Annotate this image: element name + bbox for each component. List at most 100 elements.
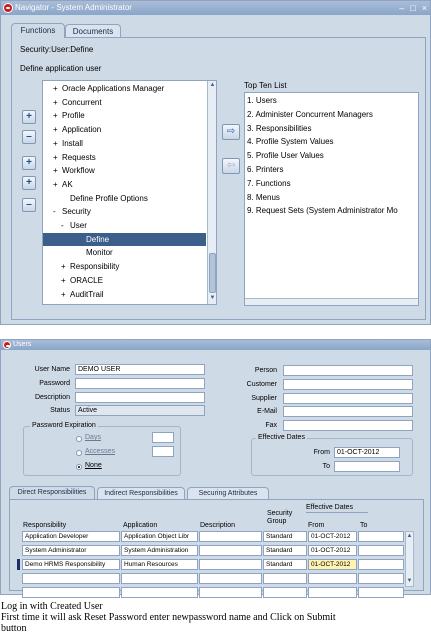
tree-item[interactable]: + Profile bbox=[43, 109, 206, 122]
from-date-cell[interactable]: 01-OCT-2012 bbox=[308, 545, 357, 556]
tree-item[interactable]: + ORACLE bbox=[43, 274, 206, 287]
tree-item[interactable]: + Concurrent bbox=[43, 96, 206, 109]
tab-documents[interactable]: Documents bbox=[65, 24, 121, 38]
tree-item[interactable]: + Oracle Applications Manager bbox=[43, 82, 206, 95]
top-ten-item[interactable]: 6. Printers bbox=[247, 163, 283, 176]
from-date-cell[interactable]: 01-OCT-2012 bbox=[308, 559, 357, 570]
customer-field[interactable] bbox=[283, 379, 413, 390]
expand-node-icon[interactable]: + bbox=[53, 151, 62, 164]
none-label[interactable]: None bbox=[85, 462, 102, 469]
top-ten-item[interactable]: 7. Functions bbox=[247, 177, 291, 190]
security-group-cell[interactable]: Standard bbox=[263, 531, 307, 542]
to-date-cell[interactable] bbox=[358, 573, 404, 584]
days-value-field[interactable] bbox=[152, 432, 174, 443]
minimize-icon[interactable]: – bbox=[399, 2, 404, 14]
tree-item[interactable]: + Requests bbox=[43, 151, 206, 164]
tree-item[interactable]: + Application bbox=[43, 123, 206, 136]
expand-node-icon[interactable]: + bbox=[53, 137, 62, 150]
from-date-cell[interactable] bbox=[308, 573, 357, 584]
accesses-value-field[interactable] bbox=[152, 446, 174, 457]
grid-scroll-up-icon[interactable]: ▲ bbox=[406, 533, 413, 540]
expand-node-icon[interactable]: + bbox=[53, 123, 62, 136]
tree-item[interactable]: - Security bbox=[43, 205, 206, 218]
accesses-label[interactable]: Accesses bbox=[85, 448, 115, 455]
tab-securing-attributes[interactable]: Securing Attributes bbox=[187, 487, 269, 499]
responsibility-cell[interactable] bbox=[22, 587, 120, 598]
tree-item[interactable]: + Install bbox=[43, 137, 206, 150]
to-date-cell[interactable] bbox=[358, 531, 404, 542]
expand-all-button[interactable]: + bbox=[22, 176, 36, 190]
days-radio[interactable] bbox=[76, 436, 82, 442]
grid-scroll-down-icon[interactable]: ▼ bbox=[406, 578, 413, 585]
email-field[interactable] bbox=[283, 406, 413, 417]
responsibility-cell[interactable]: Demo HRMS Responsibility bbox=[22, 559, 120, 570]
description-cell[interactable] bbox=[199, 531, 262, 542]
maximize-icon[interactable]: □ bbox=[410, 2, 415, 14]
description-cell[interactable] bbox=[199, 573, 262, 584]
to-date-cell[interactable] bbox=[358, 559, 404, 570]
top-ten-item[interactable]: 3. Responsibilities bbox=[247, 122, 311, 135]
expand-node-icon[interactable]: + bbox=[61, 288, 70, 301]
tree-item[interactable]: + Responsibility bbox=[43, 260, 206, 273]
collapse-node-icon[interactable]: - bbox=[53, 205, 62, 218]
close-icon[interactable]: × bbox=[422, 2, 427, 14]
expand-node-icon[interactable]: + bbox=[53, 82, 62, 95]
expand-button[interactable]: + bbox=[22, 110, 36, 124]
top-ten-horizontal-scrollbar[interactable] bbox=[245, 298, 418, 305]
top-ten-item[interactable]: 2. Administer Concurrent Managers bbox=[247, 108, 373, 121]
open-function-arrow-icon[interactable]: ⇨ bbox=[222, 124, 240, 140]
tree-item[interactable]: - User bbox=[43, 219, 206, 232]
user-name-field[interactable]: DEMO USER bbox=[75, 364, 205, 375]
tab-functions[interactable]: Functions bbox=[11, 23, 65, 38]
application-cell[interactable] bbox=[121, 573, 198, 584]
tab-indirect-responsibilities[interactable]: Indirect Responsibilities bbox=[97, 487, 185, 499]
description-field[interactable] bbox=[75, 392, 205, 403]
tree-item[interactable]: + AuditTrail bbox=[43, 288, 206, 301]
expand-node-icon[interactable]: + bbox=[53, 109, 62, 122]
days-label[interactable]: Days bbox=[85, 434, 101, 441]
expand-node-icon[interactable]: + bbox=[61, 274, 70, 287]
accesses-radio[interactable] bbox=[76, 450, 82, 456]
tree-item[interactable]: Define bbox=[43, 232, 206, 246]
to-date-cell[interactable] bbox=[358, 587, 404, 598]
tree-item[interactable]: Monitor bbox=[43, 246, 206, 259]
from-date-cell[interactable] bbox=[308, 587, 357, 598]
tab-direct-responsibilities[interactable]: Direct Responsibilities bbox=[9, 486, 95, 499]
security-group-cell[interactable] bbox=[263, 587, 307, 598]
from-date-field[interactable]: 01-OCT-2012 bbox=[334, 447, 400, 458]
fax-field[interactable] bbox=[283, 420, 413, 431]
collapse-button[interactable]: – bbox=[22, 130, 36, 144]
navigator-titlebar[interactable]: Navigator - System Administrator – □ × bbox=[1, 1, 430, 15]
tree-item[interactable]: Define Profile Options bbox=[43, 192, 206, 205]
scroll-down-icon[interactable]: ▼ bbox=[209, 295, 216, 302]
application-cell[interactable]: Human Resources bbox=[121, 559, 198, 570]
tree-item[interactable]: + AK bbox=[43, 178, 206, 191]
expand-node-icon[interactable]: + bbox=[53, 96, 62, 109]
expand-branch-button[interactable]: + bbox=[22, 156, 36, 170]
application-cell[interactable]: Application Object Libr bbox=[121, 531, 198, 542]
expand-node-icon[interactable]: + bbox=[53, 178, 62, 191]
expand-node-icon[interactable]: + bbox=[61, 260, 70, 273]
to-date-field[interactable] bbox=[334, 461, 400, 472]
expand-node-icon[interactable]: + bbox=[53, 164, 62, 177]
collapse-node-icon[interactable]: - bbox=[61, 219, 70, 232]
security-group-cell[interactable] bbox=[263, 573, 307, 584]
tree-vertical-scrollbar[interactable]: ▲ ▼ bbox=[207, 81, 216, 304]
description-cell[interactable] bbox=[199, 587, 262, 598]
top-ten-item[interactable]: 1. Users bbox=[247, 94, 277, 107]
person-field[interactable] bbox=[283, 365, 413, 376]
function-tree[interactable]: + Oracle Applications Manager + Concurrent +… bbox=[42, 80, 217, 305]
to-date-cell[interactable] bbox=[358, 545, 404, 556]
responsibility-cell[interactable] bbox=[22, 573, 120, 584]
scroll-up-icon[interactable]: ▲ bbox=[209, 82, 216, 89]
tree-scroll-thumb[interactable] bbox=[209, 253, 216, 293]
grid-vertical-scrollbar[interactable]: ▲ ▼ bbox=[405, 531, 414, 587]
responsibility-cell[interactable]: System Administrator bbox=[22, 545, 120, 556]
top-ten-item[interactable]: 9. Request Sets (System Administrator Mo bbox=[247, 204, 398, 217]
responsibility-cell[interactable]: Application Developer bbox=[22, 531, 120, 542]
security-group-cell[interactable]: Standard bbox=[263, 545, 307, 556]
from-date-cell[interactable]: 01-OCT-2012 bbox=[308, 531, 357, 542]
top-ten-item[interactable]: 8. Menus bbox=[247, 191, 280, 204]
top-ten-item[interactable]: 5. Profile User Values bbox=[247, 149, 324, 162]
description-cell[interactable] bbox=[199, 559, 262, 570]
